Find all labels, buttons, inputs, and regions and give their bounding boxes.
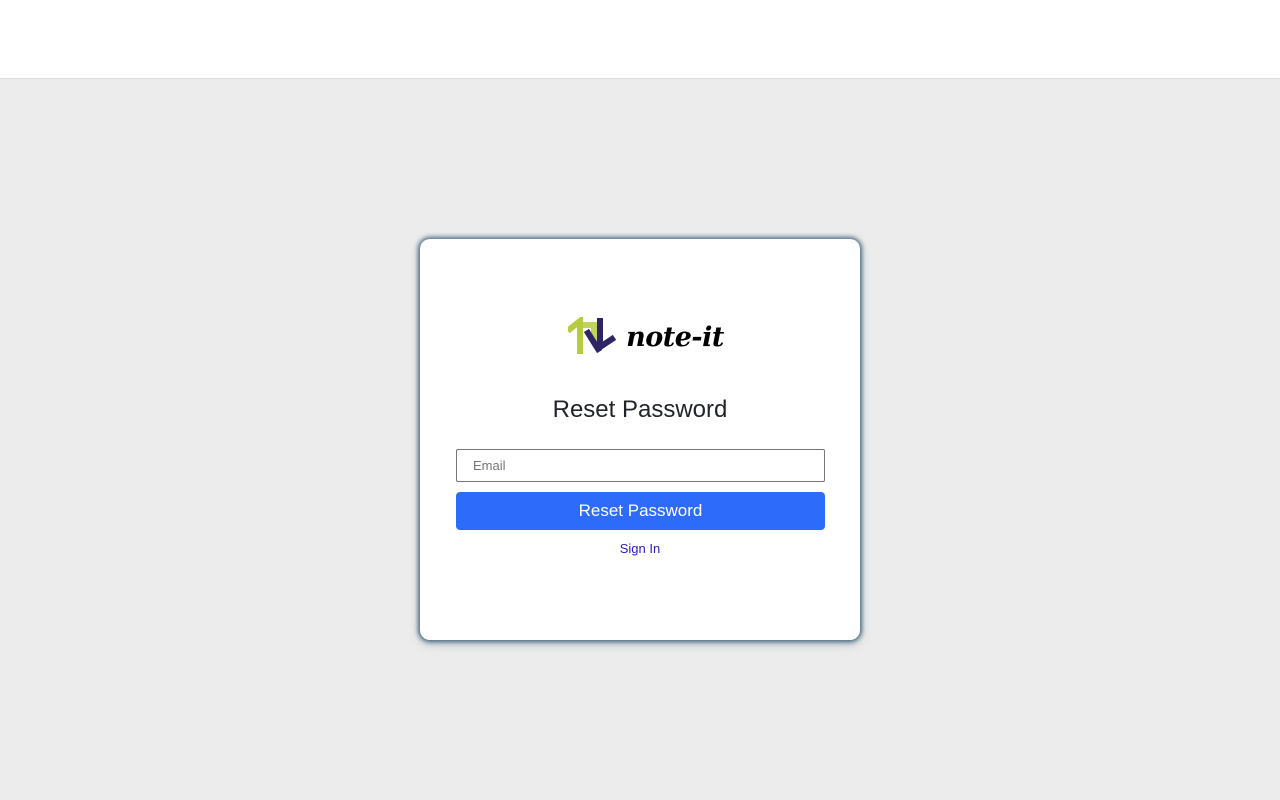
reset-password-card: note-it Reset Password Reset Password Si… (420, 239, 860, 640)
top-bar (0, 0, 1280, 79)
sign-in-link[interactable]: Sign In (420, 541, 860, 556)
email-field[interactable] (456, 449, 825, 482)
reset-password-button[interactable]: Reset Password (456, 492, 825, 530)
brand-name: note-it (626, 321, 724, 353)
page-title: Reset Password (552, 396, 728, 423)
brand-logo: note-it (420, 317, 860, 357)
note-it-logo-icon (568, 317, 617, 354)
